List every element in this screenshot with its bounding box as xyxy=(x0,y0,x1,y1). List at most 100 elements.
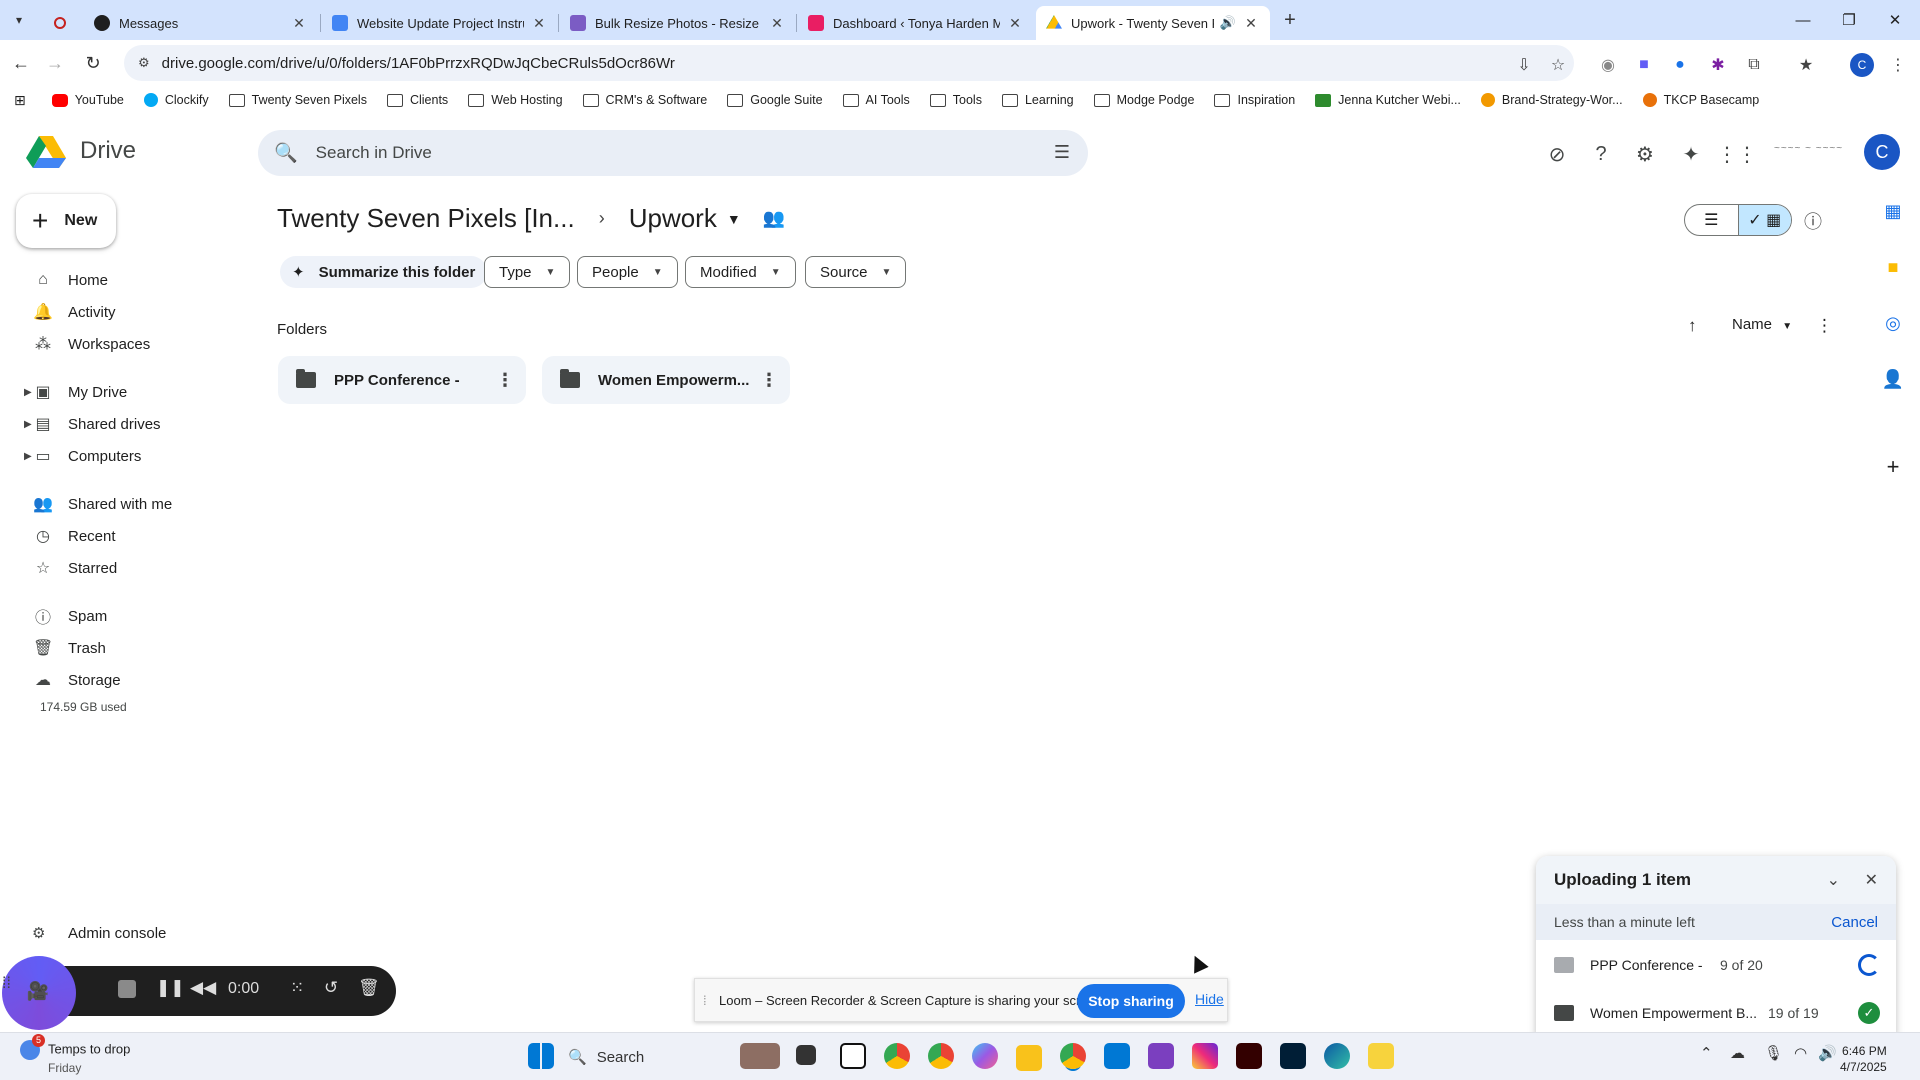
copilot-icon[interactable] xyxy=(972,1043,998,1069)
bookmark-clients[interactable]: Clients xyxy=(386,93,448,107)
people-filter-chip[interactable]: People ▼ xyxy=(577,256,678,288)
tab-messages[interactable]: Messages ✕ xyxy=(48,6,318,40)
breadcrumb-current[interactable]: Upwork xyxy=(629,203,717,234)
delete-recording-icon[interactable]: 🗑 xyxy=(358,978,380,998)
install-app-icon[interactable]: ⇩ xyxy=(1512,53,1536,77)
collapse-chevron-icon[interactable]: ⌄ xyxy=(1827,870,1840,890)
sidebar-item-home[interactable]: ⌂ Home xyxy=(0,265,250,295)
sticky-notes-icon[interactable] xyxy=(1368,1043,1394,1069)
volume-icon[interactable]: 🔊 xyxy=(1818,1044,1837,1062)
snipping-tool-icon[interactable] xyxy=(1148,1043,1174,1069)
task-view-icon[interactable] xyxy=(796,1045,816,1065)
folder-card[interactable]: PPP Conference - ⋮ xyxy=(278,356,526,404)
cancel-upload-button[interactable]: Cancel xyxy=(1831,914,1878,931)
pause-icon[interactable]: ❚❚ xyxy=(156,978,185,998)
bookmark-tkcp-basecamp[interactable]: TKCP Basecamp xyxy=(1642,93,1759,107)
stop-sharing-button[interactable]: Stop sharing xyxy=(1077,984,1185,1018)
grid-extension-icon[interactable]: ✱ xyxy=(1706,53,1730,77)
tasks-icon[interactable]: ◎ xyxy=(1880,310,1906,336)
upload-item[interactable]: PPP Conference - 9 of 20 xyxy=(1536,942,1896,988)
add-addon-icon[interactable]: + xyxy=(1880,454,1906,480)
view-toggle[interactable]: ☰ ✓ ▦ xyxy=(1684,204,1792,236)
chrome-active-icon[interactable] xyxy=(1060,1043,1086,1069)
drive-logo[interactable]: Drive xyxy=(26,134,136,168)
close-icon[interactable]: ✕ xyxy=(1865,870,1878,890)
bookmark-crms-software[interactable]: CRM's & Software xyxy=(582,93,707,107)
sidebar-item-storage[interactable]: ☁ Storage xyxy=(0,665,250,695)
windows-start-icon[interactable] xyxy=(528,1043,554,1069)
chrome-icon[interactable] xyxy=(884,1043,910,1069)
more-options-icon[interactable]: ⋮ xyxy=(756,370,782,391)
google-apps-icon[interactable]: ⋮⋮ xyxy=(1717,140,1757,168)
reading-list-icon[interactable]: ★ xyxy=(1794,53,1818,77)
restore-icon[interactable]: ❐ xyxy=(1826,0,1872,40)
folder-card[interactable]: Women Empowerm... ⋮ xyxy=(542,356,790,404)
more-options-icon[interactable]: ⋮ xyxy=(1816,316,1833,336)
drag-handle-icon[interactable]: ⁞⁞ xyxy=(2,975,11,993)
chevron-down-icon[interactable]: ▼ xyxy=(727,211,741,227)
wifi-icon[interactable]: ◠ xyxy=(1794,1044,1807,1062)
sidebar-item-activity[interactable]: 🔔 Activity xyxy=(0,297,250,327)
calendar-icon[interactable]: ▦ xyxy=(1880,198,1906,224)
chrome-menu-icon[interactable]: ⋮ xyxy=(1886,53,1910,77)
shared-folder-icon[interactable]: 👥 xyxy=(763,208,785,229)
rewind-icon[interactable]: ◀◀ xyxy=(190,978,216,998)
chrome-extension-icon[interactable]: ● xyxy=(1668,53,1692,77)
close-tab-icon[interactable]: ✕ xyxy=(1006,15,1024,32)
breadcrumb-parent[interactable]: Twenty Seven Pixels [In... xyxy=(277,203,575,234)
sidebar-item-spam[interactable]: ⓘ Spam xyxy=(0,601,250,631)
bookmark-star-icon[interactable]: ☆ xyxy=(1546,53,1570,77)
microphone-icon[interactable]: 🎙 xyxy=(1764,1044,1783,1062)
search-icon[interactable]: 🔍 xyxy=(274,141,298,165)
system-clock[interactable]: 6:46 PM 4/7/2025 xyxy=(1840,1043,1887,1075)
bookmark-google-suite[interactable]: Google Suite xyxy=(727,93,823,107)
contacts-icon[interactable]: 👤 xyxy=(1880,366,1906,392)
gemini-spark-icon[interactable]: ✦ xyxy=(1677,140,1705,168)
stop-recording-icon[interactable] xyxy=(118,980,136,998)
apps-grid-icon[interactable]: ⊞ xyxy=(14,92,26,109)
sidebar-item-recent[interactable]: ◷ Recent xyxy=(0,521,250,551)
list-view-icon[interactable]: ☰ xyxy=(1685,205,1738,235)
close-window-icon[interactable]: ✕ xyxy=(1872,0,1918,40)
sidebar-item-trash[interactable]: 🗑 Trash xyxy=(0,633,250,663)
profile-avatar-icon[interactable]: C xyxy=(1850,53,1874,77)
tab-website-update[interactable]: Website Update Project Instructions ✕ xyxy=(322,6,558,40)
keep-icon[interactable]: ■ xyxy=(1880,254,1906,280)
tab-bulk-resize[interactable]: Bulk Resize Photos - Resize Images ✕ xyxy=(560,6,796,40)
file-explorer-icon[interactable] xyxy=(1016,1045,1042,1071)
restart-icon[interactable]: ↺ xyxy=(324,978,338,998)
details-info-icon[interactable]: ⓘ xyxy=(1804,208,1822,234)
tab-upwork-drive[interactable]: Upwork - Twenty Seven Pixels 🔊 ✕ xyxy=(1036,6,1270,40)
bookmark-twenty-seven-pixels[interactable]: Twenty Seven Pixels xyxy=(228,93,367,107)
type-filter-chip[interactable]: Type ▼ xyxy=(484,256,571,288)
search-bar[interactable]: 🔍 Search in Drive ☰ xyxy=(258,130,1088,176)
close-tab-icon[interactable]: ✕ xyxy=(768,15,786,32)
expand-caret-icon[interactable]: ▶ xyxy=(24,419,32,430)
summarize-folder-chip[interactable]: ✦ Summarize this folder xyxy=(280,256,488,288)
admin-console-link[interactable]: ⚙ Admin console xyxy=(32,924,166,943)
search-input[interactable]: Search in Drive xyxy=(316,143,432,163)
site-info-icon[interactable]: ⚙ xyxy=(138,55,150,71)
expand-caret-icon[interactable]: ▶ xyxy=(24,387,32,398)
tab-dashboard[interactable]: Dashboard ‹ Tonya Harden Ministries ✕ xyxy=(798,6,1034,40)
settings-gear-icon[interactable]: ⚙ xyxy=(1631,140,1659,168)
show-hidden-icons-icon[interactable]: ⌃ xyxy=(1700,1044,1713,1062)
bookmark-ai-tools[interactable]: AI Tools xyxy=(842,93,910,107)
weather-widget[interactable]: 5 Temps to drop Friday xyxy=(20,1034,130,1076)
speaker-icon[interactable]: 🔊 xyxy=(1220,15,1236,31)
sort-direction-icon[interactable]: ↑ xyxy=(1688,316,1697,336)
bookmark-jenna-kutcher[interactable]: Jenna Kutcher Webi... xyxy=(1315,93,1461,107)
tab-search-chevron-icon[interactable]: ▾ xyxy=(4,5,34,35)
sidebar-item-workspaces[interactable]: ⁂ Workspaces xyxy=(0,329,250,359)
close-tab-icon[interactable]: ✕ xyxy=(290,15,308,32)
taskbar-app-widget-icon[interactable] xyxy=(740,1043,780,1069)
search-options-icon[interactable]: ☰ xyxy=(1054,142,1070,163)
back-icon[interactable]: ← xyxy=(6,48,36,78)
upload-item[interactable]: Women Empowerment B... 19 of 19 ✓ xyxy=(1536,990,1896,1036)
organization-logo[interactable]: ~~~~ ~ ~~~~ xyxy=(1774,143,1860,161)
bookmark-youtube[interactable]: YouTube xyxy=(51,93,124,107)
sidebar-item-shared-with-me[interactable]: 👥 Shared with me xyxy=(0,489,250,519)
modified-filter-chip[interactable]: Modified ▼ xyxy=(685,256,796,288)
reload-icon[interactable]: ↻ xyxy=(78,48,108,78)
chrome-profile-icon[interactable] xyxy=(928,1043,954,1069)
